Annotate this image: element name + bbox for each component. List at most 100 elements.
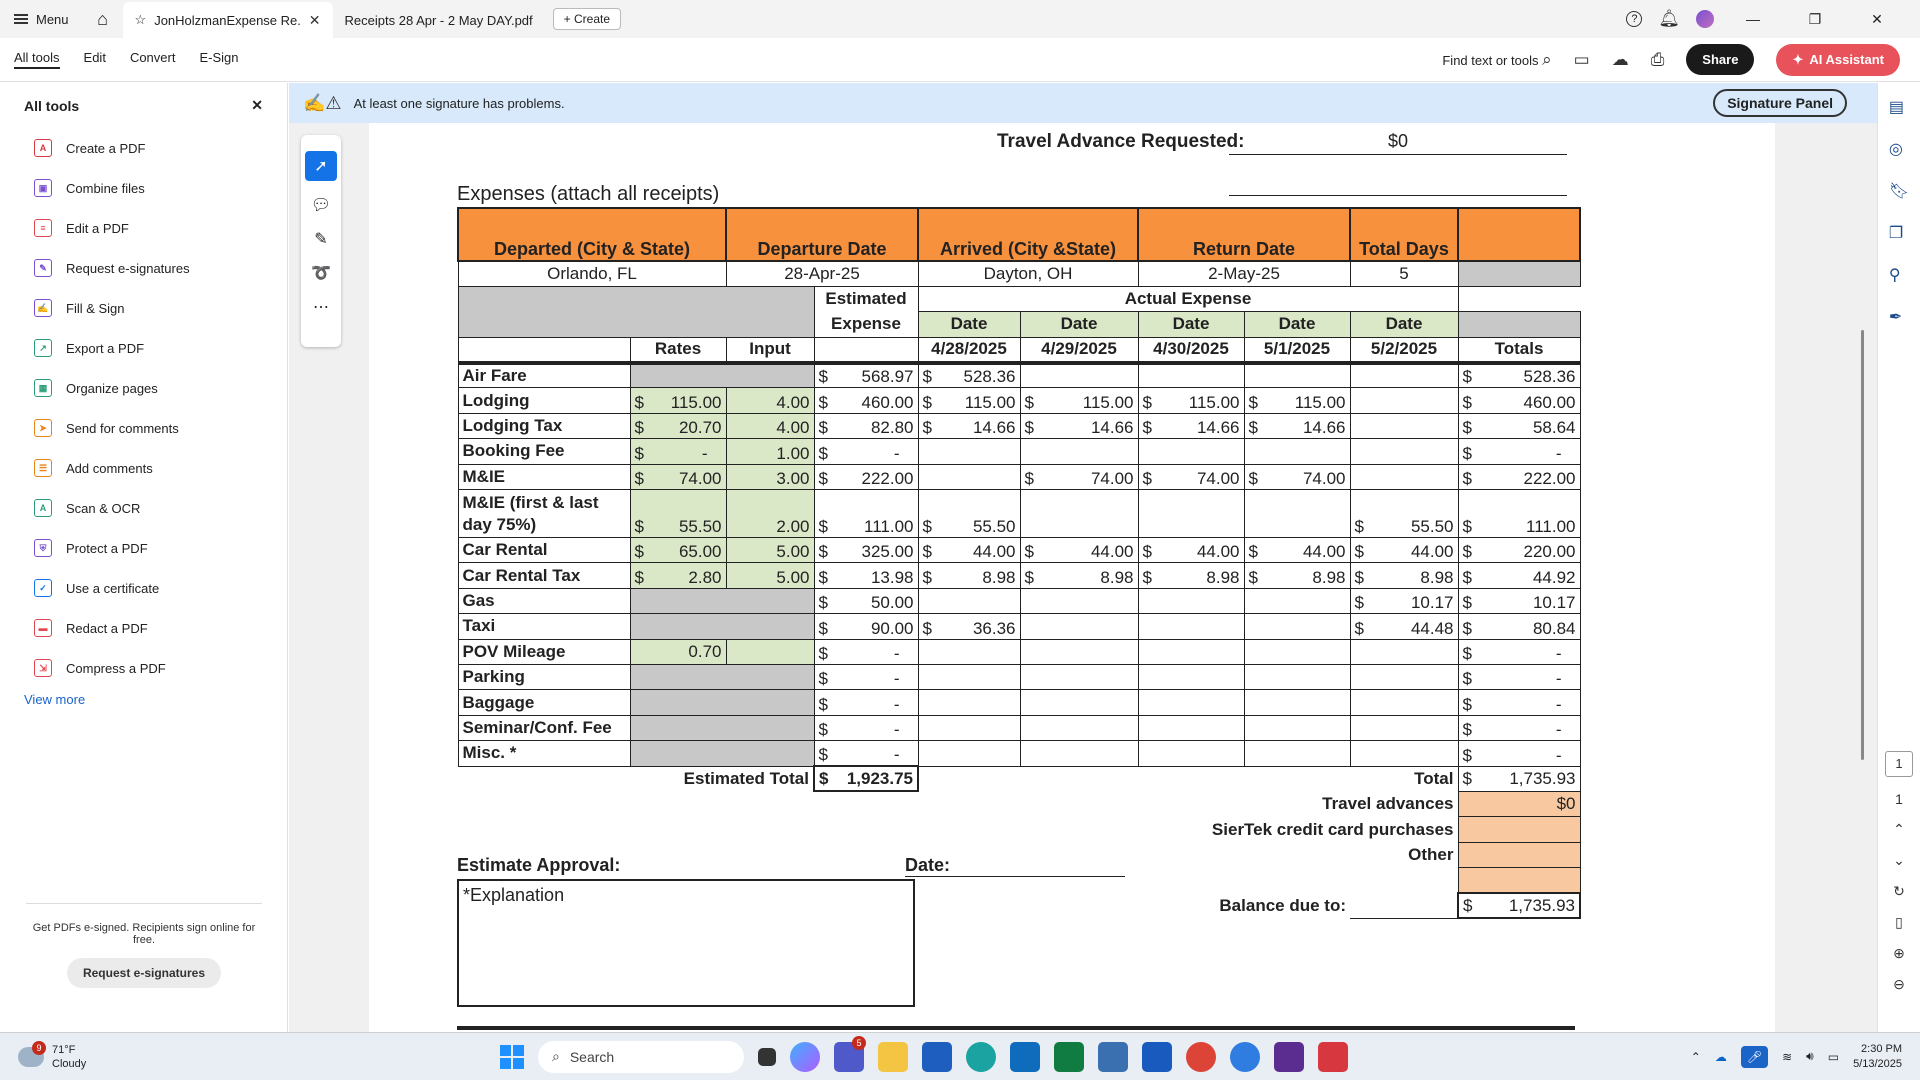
edge-icon[interactable] xyxy=(966,1041,996,1072)
start-icon[interactable] xyxy=(500,1044,524,1069)
print-icon[interactable]: ⎙ xyxy=(1651,50,1665,70)
scrollbar[interactable] xyxy=(1861,330,1864,760)
wifi-icon[interactable]: ≋ xyxy=(1782,1050,1792,1064)
tool-item[interactable]: ✓ Use a certificate xyxy=(0,568,287,608)
microphone-icon[interactable]: 🎤︎ xyxy=(1740,1045,1769,1068)
clock[interactable]: 2:30 PM 5/13/2025 xyxy=(1853,1042,1902,1072)
amount: 14.66 xyxy=(972,418,1016,438)
weather-widget[interactable]: 9 71°F Cloudy xyxy=(0,1040,500,1071)
tool-item[interactable]: ▦ Organize pages xyxy=(0,368,287,408)
create-button[interactable]: + Create xyxy=(552,8,622,30)
bookmark-icon[interactable]: 🔖︎ xyxy=(1889,181,1909,201)
input-value: 2.00 xyxy=(725,489,815,539)
minimize-icon[interactable]: — xyxy=(1730,11,1776,27)
menu-button[interactable]: Menu xyxy=(0,0,83,38)
home-icon[interactable]: ⌂ xyxy=(83,9,123,30)
task-view-icon[interactable] xyxy=(758,1047,776,1066)
tool-item[interactable]: ⇲ Compress a PDF xyxy=(0,648,287,688)
siertek-value xyxy=(1457,816,1581,843)
lasso-icon[interactable]: ➰ xyxy=(311,263,331,283)
comment-icon[interactable]: 💬︎ xyxy=(311,195,331,215)
word-icon[interactable] xyxy=(1142,1041,1172,1072)
rotate-icon[interactable]: ↻ xyxy=(1893,883,1905,900)
page-number-input[interactable]: 1 xyxy=(1885,751,1913,777)
taskbar-search[interactable]: ⌕ Search xyxy=(538,1040,744,1073)
tool-item[interactable]: A Scan & OCR xyxy=(0,488,287,528)
share-button[interactable]: Share xyxy=(1686,44,1755,75)
tool-item[interactable]: ✎ Request e-signatures xyxy=(0,248,287,288)
excel-icon[interactable] xyxy=(1054,1041,1084,1072)
more-icon[interactable]: ⋯ xyxy=(313,297,329,317)
tab-receipts[interactable]: Receipts 28 Apr - 2 May DAY.pdf xyxy=(333,2,545,38)
pages-icon[interactable]: ❐ xyxy=(1889,223,1909,243)
teams-icon[interactable]: 5 xyxy=(834,1035,866,1072)
signature-panel-button[interactable]: Signature Panel xyxy=(1713,89,1847,117)
page-fit-icon[interactable]: ▯ xyxy=(1895,914,1903,931)
chevron-up-icon[interactable]: ⌃ xyxy=(1691,1050,1701,1064)
actual-value: $14.66 xyxy=(1137,412,1245,440)
search-placeholder: Search xyxy=(569,1048,615,1065)
tool-item[interactable]: A Create a PDF xyxy=(0,128,287,168)
tool-item[interactable]: ➤ Send for comments xyxy=(0,408,287,448)
view-more-link[interactable]: View more xyxy=(0,692,287,707)
attachment-icon[interactable]: ⚲ xyxy=(1889,265,1909,285)
outlook-icon[interactable] xyxy=(1010,1041,1040,1072)
tool-item[interactable]: ↗ Export a PDF xyxy=(0,328,287,368)
screen-clip-icon[interactable] xyxy=(1274,1041,1304,1072)
chevron-up-icon[interactable]: ⌃ xyxy=(1893,821,1905,838)
tool-item[interactable]: ▣ Combine files xyxy=(0,168,287,208)
star-icon[interactable]: ☆ xyxy=(135,12,147,28)
dollar-sign: $ xyxy=(1024,392,1034,412)
tool-item[interactable]: ⛨ Protect a PDF xyxy=(0,528,287,568)
find-text-tools[interactable]: Find text or tools ⌕ xyxy=(1442,50,1551,70)
menu-edit[interactable]: Edit xyxy=(84,50,106,69)
avatar[interactable] xyxy=(1696,10,1714,28)
money-value: $90.00 xyxy=(819,619,914,638)
ai-assistant-button[interactable]: ✦ AI Assistant xyxy=(1776,43,1900,76)
tool-item[interactable]: ☰ Add comments xyxy=(0,448,287,488)
chrome-icon[interactable] xyxy=(1186,1041,1216,1072)
comments-icon[interactable]: ◎ xyxy=(1889,139,1909,159)
upload-icon[interactable]: ☁ xyxy=(1612,50,1629,70)
money-value: $115.00 xyxy=(1249,393,1346,412)
dollar-sign: $ xyxy=(1463,895,1473,915)
properties-icon[interactable]: ▤ xyxy=(1889,97,1909,117)
request-esignatures-button[interactable]: Request e-signatures xyxy=(66,958,222,988)
store-icon[interactable] xyxy=(922,1041,952,1072)
money-value: $115.00 xyxy=(1143,393,1240,412)
battery-icon[interactable]: ▭ xyxy=(1828,1050,1839,1064)
actual-value xyxy=(1137,362,1245,389)
panel-close-icon[interactable]: ✕ xyxy=(251,97,263,114)
draw-pen-icon[interactable]: ✎ xyxy=(314,229,327,249)
close-icon[interactable]: ✕ xyxy=(309,12,321,29)
window-close-icon[interactable]: ✕ xyxy=(1854,11,1900,28)
copilot-icon[interactable] xyxy=(790,1041,820,1072)
acrobat-icon[interactable] xyxy=(1318,1041,1348,1072)
volume-icon[interactable]: 🔊︎ xyxy=(1806,1049,1814,1064)
tool-item[interactable]: ≡ Edit a PDF xyxy=(0,208,287,248)
help-icon[interactable]: ? xyxy=(1626,11,1643,27)
header-return-date: Return Date xyxy=(1137,207,1351,262)
file-explorer-icon[interactable] xyxy=(878,1041,908,1072)
actual-value xyxy=(917,714,1021,742)
zoom-in-icon[interactable]: ⊕ xyxy=(1893,945,1905,962)
onedrive-icon[interactable]: ☁ xyxy=(1715,1050,1727,1064)
menu-all-tools[interactable]: All tools xyxy=(14,50,60,69)
select-cursor-icon[interactable]: ➚ xyxy=(305,151,337,181)
menu-convert[interactable]: Convert xyxy=(130,50,176,69)
menu-esign[interactable]: E-Sign xyxy=(199,50,238,69)
dollar-sign: $ xyxy=(922,618,932,638)
explanation-box[interactable]: *Explanation xyxy=(457,879,915,1007)
app-icon[interactable] xyxy=(1230,1041,1260,1072)
calculator-icon[interactable] xyxy=(1098,1041,1128,1072)
tool-item[interactable]: ▬ Redact a PDF xyxy=(0,608,287,648)
zoom-out-icon[interactable]: ⊖ xyxy=(1893,976,1905,993)
chevron-down-icon[interactable]: ⌄ xyxy=(1893,852,1905,869)
bell-icon[interactable]: 🔔︎ xyxy=(1658,9,1680,29)
restore-icon[interactable]: ❐ xyxy=(1792,11,1838,28)
tool-item[interactable]: ✍ Fill & Sign xyxy=(0,288,287,328)
tab-expense-report[interactable]: ☆ JonHolzmanExpense Re... ✕ xyxy=(122,2,333,38)
tool-label: Protect a PDF xyxy=(66,540,148,556)
save-icon[interactable]: ▭ xyxy=(1574,50,1590,70)
signature-icon[interactable]: ✒ xyxy=(1889,307,1909,327)
